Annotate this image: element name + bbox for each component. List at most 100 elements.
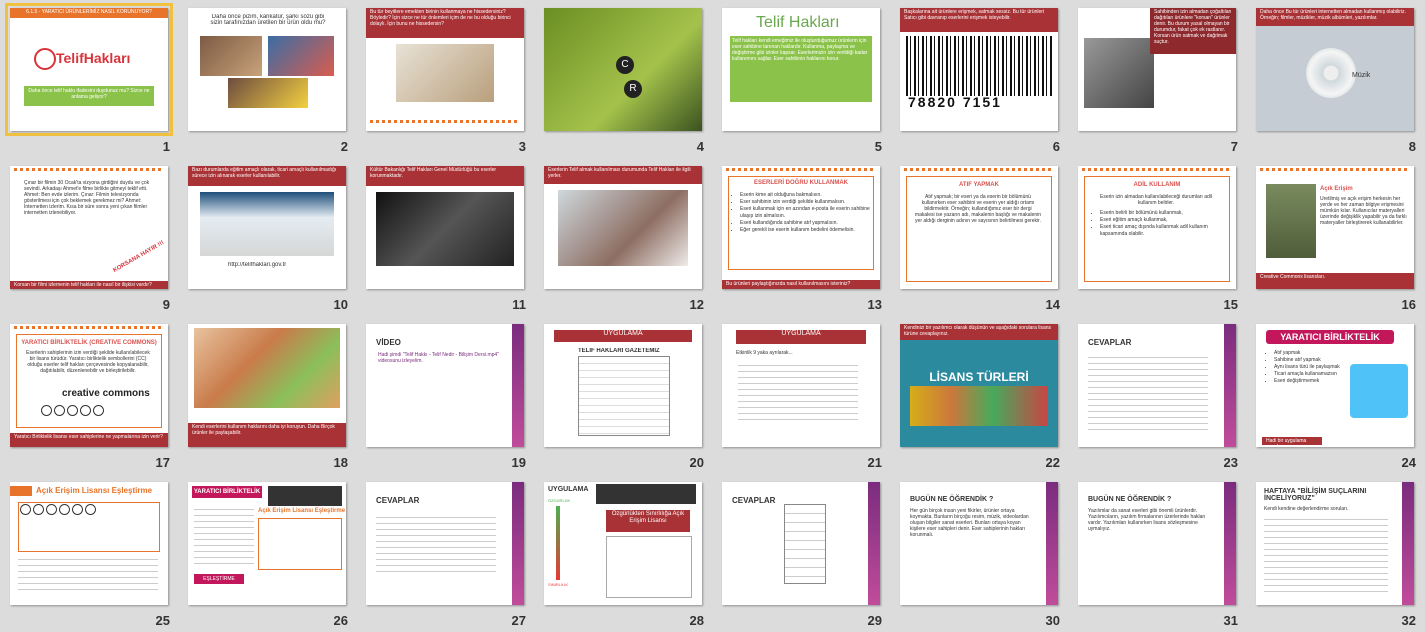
slide-body: Eserin izin almadan kullanılabileceği du… (1099, 194, 1212, 206)
slide-number: 10 (333, 297, 348, 312)
slide-thumbnail[interactable]: BUGÜN NE ÖĞRENDİK ? Her gün birçok insan… (890, 474, 1068, 632)
slide-number: 17 (155, 455, 170, 470)
slide-preview: CEVAPLAR (366, 482, 524, 605)
slide-subheading: Açık Erişim Lisansı Eşleştirme (258, 508, 346, 514)
slide-preview: CEVAPLAR (1078, 324, 1236, 447)
nc-sa-icon (85, 504, 96, 515)
slide-heading: BUGÜN NE ÖĞRENDİK ? (1088, 496, 1172, 503)
nc-icon (93, 405, 104, 416)
slide-thumbnail[interactable]: CEVAPLAR 29 (712, 474, 890, 632)
slide-preview: C R (544, 8, 702, 131)
slide-number: 32 (1401, 613, 1416, 628)
slide-thumbnail[interactable]: Kendinizi bir yazılımcı olarak düşünün v… (890, 316, 1068, 474)
purple-sidebar (1046, 482, 1058, 605)
slide-thumbnail[interactable]: Açık Erişim Üretilmiş ve açık erişim her… (1246, 158, 1424, 316)
list-item: Eğer gerekli ise eserin kullanım bedelin… (740, 227, 876, 234)
purple-sidebar (868, 482, 880, 605)
slide-thumbnail[interactable]: Sahibinden izin almadan çoğaltılan dağıt… (1068, 0, 1246, 158)
slide-body: Hadi şimdi "Telif Hakkı - Telif Nedir - … (378, 352, 499, 364)
slide-thumbnail[interactable]: UYGULAMA TELİF HAKLARI GAZETEMİZ 20 (534, 316, 712, 474)
slide-thumbnail[interactable]: YARATICI BİRLİKTELİK Açık Erişim Lisansı… (178, 474, 356, 632)
slide-heading: LİSANS TÜRLERİ (929, 370, 1029, 384)
slide-number: 30 (1045, 613, 1060, 628)
slide-number: 29 (867, 613, 882, 628)
slide-text-bar: Başkalarına ait ürünlere erişmek, satmak… (900, 8, 1058, 32)
link-box (268, 486, 342, 506)
slide-number: 13 (867, 297, 882, 312)
slide-thumbnail[interactable]: UYGULAMA ÖZGÜRLÜK SINIRLILIK Özgürlükten… (534, 474, 712, 632)
slide-number: 18 (333, 455, 348, 470)
arrow-scale (556, 506, 560, 580)
slide-thumbnail[interactable]: YARATICI BİRLİKTELİK (CREATIVE COMMONS) … (0, 316, 178, 474)
slide-thumbnail[interactable]: CEVAPLAR 23 (1068, 316, 1246, 474)
photo-image (268, 36, 334, 76)
slide-thumbnail[interactable]: VİDEO Hadi şimdi "Telif Hakkı - Telif Ne… (356, 316, 534, 474)
sa-icon (46, 504, 57, 515)
slide-thumbnail[interactable]: Kendi eserlerini kullanım haklarını daha… (178, 316, 356, 474)
slide-number: 25 (155, 613, 170, 628)
slide-heading: UYGULAMA (548, 486, 589, 493)
slide-subheading: Özgürlükten Sınırlılığa Açık Erişim Lisa… (606, 510, 690, 532)
slide-preview: UYGULAMA Etkinlik 9 yaka ayrılarak... (722, 324, 880, 447)
slide-body: Her gün birçok insan yeni fikirler, ürün… (910, 508, 1029, 538)
slide-thumbnail[interactable]: Açık Erişim Lisansı Eşleştirme 25 (0, 474, 178, 632)
camera-photo (376, 192, 514, 266)
decor-dots (726, 168, 876, 171)
slide-thumbnail[interactable]: Kültür Bakanlığı Telif Hakları Genel Müd… (356, 158, 534, 316)
slide-thumbnail[interactable]: Bu tür beyitlere emekten birinin kullanm… (356, 0, 534, 158)
slide-body: Çınar bir filmin 30 Ocak'ta vizyona gird… (24, 180, 150, 216)
slide-thumbnail[interactable]: C R 4 (534, 0, 712, 158)
by-icon (54, 405, 65, 416)
slide-thumbnail[interactable]: CEVAPLAR 27 (356, 474, 534, 632)
slide-heading: Açık Erişim Lisansı Eşleştirme (36, 486, 153, 495)
list-item: Atıf yapmak (1274, 350, 1354, 357)
slide-sorter-grid: 6.1.5 - YARATICI ÜRÜNLERİMİZ NASIL KORUN… (0, 0, 1425, 631)
website-url: http://telifhaklari.gov.tr (228, 262, 287, 268)
bullet-list: Eserin kime ait olduğuna bakmalısın. Ese… (732, 192, 876, 234)
slide-thumbnail[interactable]: 6.1.5 - YARATICI ÜRÜNLERİMİZ NASIL KORUN… (0, 0, 178, 158)
restriction-label: SINIRLILIK (548, 582, 569, 587)
slide-heading: VİDEO (376, 338, 401, 347)
slide-thumbnail[interactable]: UYGULAMA Etkinlik 9 yaka ayrılarak... 21 (712, 316, 890, 474)
bullet-list: Eserin belirli bir bölümünü kullanmak, E… (1092, 210, 1228, 238)
slide-preview: Kendi eserlerini kullanım haklarını daha… (188, 324, 346, 447)
slide-title: Telif Hakları (756, 14, 840, 31)
slide-number: 5 (874, 139, 882, 154)
text-lines (18, 554, 158, 594)
disc-icon (1306, 48, 1356, 98)
slide-number: 28 (689, 613, 704, 628)
slide-thumbnail[interactable]: Bazı durumlarda eğitim amaçlı olarak, ti… (178, 158, 356, 316)
cc-icons-row (40, 404, 105, 422)
slide-thumbnail[interactable]: Daha önce Bu tür ürünleri internetten al… (1246, 0, 1424, 158)
slide-thumbnail[interactable]: ATIF YAPMAK Atıf yapmak; bir eseri ya da… (890, 158, 1068, 316)
slide-thumbnail[interactable]: Telif Hakları Telif hakları kendi emeğim… (712, 0, 890, 158)
slide-preview: 6.1.5 - YARATICI ÜRÜNLERİMİZ NASIL KORUN… (5, 3, 173, 136)
slide-thumbnail[interactable]: Daha önce pizim, karikatür, şarkı sözü g… (178, 0, 356, 158)
slide-thumbnail[interactable]: Başkalarına ait ürünlere erişmek, satmak… (890, 0, 1068, 158)
slide-body: Eserlerin sahiplerinin izin verdiği şeki… (26, 350, 150, 374)
slide-heading: ATIF YAPMAK (959, 182, 999, 188)
slide-preview: UYGULAMA ÖZGÜRLÜK SINIRLILIK Özgürlükten… (544, 482, 702, 605)
slide-preview: Telif Hakları Telif hakları kendi emeğim… (722, 8, 880, 131)
slide-thumbnail[interactable]: YARATICI BİRLİKTELİK Atıf yapmak Sahibin… (1246, 316, 1424, 474)
slide-thumbnail[interactable]: BUGÜN NE ÖĞRENDİK ? Yazılımlar da sanat … (1068, 474, 1246, 632)
slide-thumbnail[interactable]: HAFTAYA "BİLİŞİM SUÇLARINI İNCELİYORUZ" … (1246, 474, 1424, 632)
slide-thumbnail[interactable]: Eserlerin Telif almak kullanılması durum… (534, 158, 712, 316)
list-item: Eseri kullanmak için en azından e-posta … (740, 206, 876, 220)
slide-thumbnail[interactable]: ADİL KULLANIM Eserin izin almadan kullan… (1068, 158, 1246, 316)
by-icon (33, 504, 44, 515)
photo-image (200, 36, 262, 76)
slide-text-bar: Daha önce Bu tür ürünleri internetten al… (1256, 8, 1414, 26)
slide-thumbnail[interactable]: Çınar bir filmin 30 Ocak'ta vizyona gird… (0, 158, 178, 316)
slide-number: 2 (340, 139, 348, 154)
license-column (784, 504, 826, 584)
nc-icon (72, 504, 83, 515)
newspaper-template (578, 356, 670, 436)
slide-thumbnail[interactable]: ESERLERİ DOĞRU KULLANMAK Eserin kime ait… (712, 158, 890, 316)
list-item: Eseri kullandığında sahibine atıf yapmal… (740, 220, 876, 227)
slide-preview: ADİL KULLANIM Eserin izin almadan kullan… (1078, 166, 1236, 289)
decor-dots (1260, 168, 1410, 171)
slide-text-bar: Kendi eserlerini kullanım haklarını daha… (188, 423, 346, 447)
slide-preview: Açık Erişim Lisansı Eşleştirme (10, 482, 168, 605)
photo-image (1084, 38, 1154, 108)
